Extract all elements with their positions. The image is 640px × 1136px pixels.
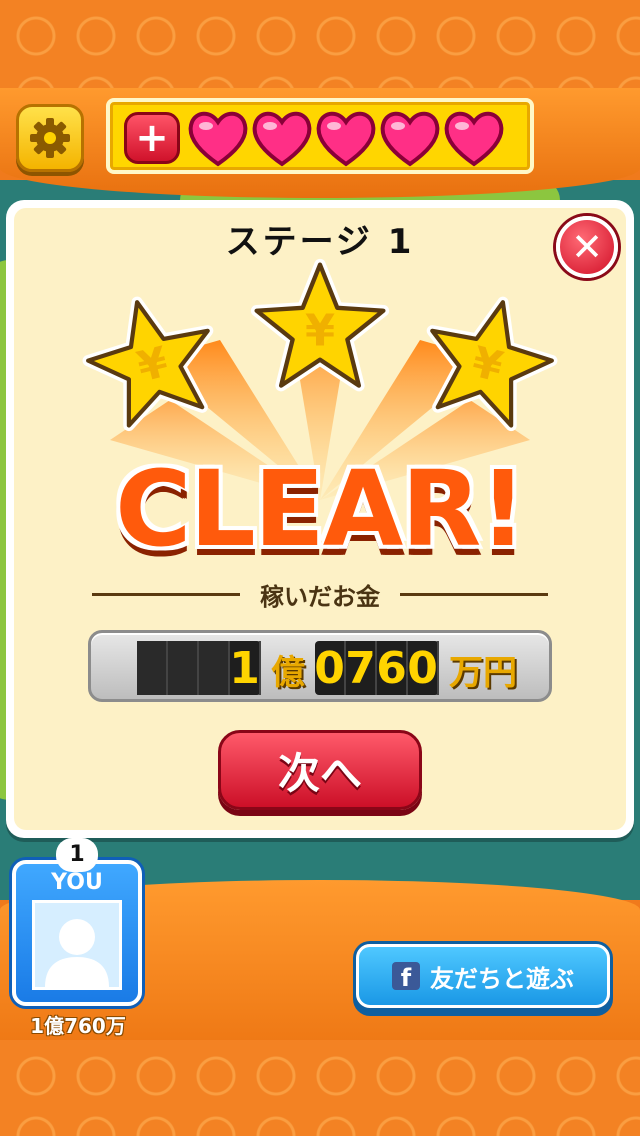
player-score: 1億760万 (30, 1014, 126, 1038)
add-lives-button[interactable]: + (124, 112, 180, 164)
rank-badge: 1 (56, 838, 98, 872)
heart-icon (444, 111, 504, 167)
lives-hearts (186, 108, 506, 168)
counter-digit: 0 (407, 641, 439, 695)
heart-icon (380, 111, 440, 167)
play-with-friends-button[interactable]: f 友だちと遊ぶ (356, 944, 610, 1008)
plus-icon: + (135, 115, 169, 161)
counter-digit (137, 641, 168, 695)
earned-money-label: 稼いだお金 (260, 582, 380, 611)
oku-unit: 億 (271, 653, 305, 693)
oku-digits: 1 (137, 641, 261, 695)
heart-icon (252, 111, 312, 167)
play-with-friends-label: 友だちと遊ぶ (430, 964, 574, 993)
close-icon: ✕ (571, 225, 603, 269)
divider (92, 592, 240, 596)
star-icon-1: ¥ (82, 296, 214, 432)
heart-icon (316, 111, 376, 167)
clear-banner: CLEAR! (115, 448, 527, 570)
counter-digit: 0 (314, 641, 346, 695)
settings-button[interactable] (16, 104, 84, 172)
next-button[interactable]: 次へ (218, 730, 422, 810)
counter-digit: 1 (229, 641, 261, 695)
you-label: YOU (51, 870, 103, 895)
yen-pattern-background (0, 0, 640, 100)
star-icon-2: ¥ (250, 258, 390, 392)
facebook-icon: f (392, 962, 420, 990)
earned-money-header: 稼いだお金 (92, 574, 548, 614)
counter-digit (168, 641, 199, 695)
yen-pattern-background (0, 1040, 640, 1136)
counter-digit: 7 (345, 641, 377, 695)
close-button[interactable]: ✕ (556, 216, 618, 278)
gear-icon (30, 118, 70, 158)
divider (400, 592, 548, 596)
counter-digit: 6 (376, 641, 408, 695)
man-yen-unit: 万円 (449, 653, 517, 693)
money-counter: 1 億 0 7 6 0 万円 (88, 630, 552, 702)
man-digits: 0 7 6 0 (314, 641, 439, 695)
counter-digit (199, 641, 230, 695)
avatar (32, 900, 122, 990)
default-avatar-icon (45, 919, 109, 987)
star-icon-3: ¥ (426, 296, 558, 432)
heart-icon (188, 111, 248, 167)
svg-text:¥: ¥ (305, 306, 335, 356)
